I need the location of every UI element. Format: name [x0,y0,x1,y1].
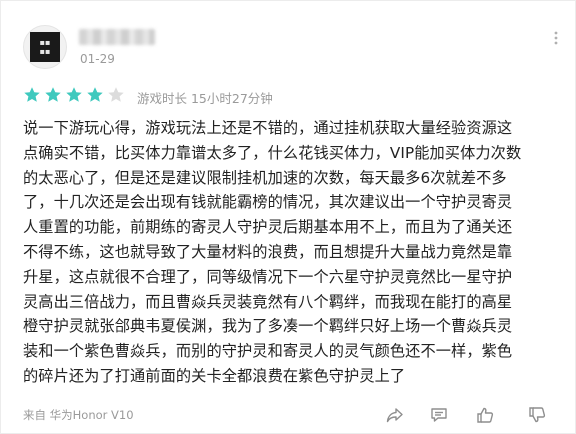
review-line: 橙守护灵就张郃典韦夏侯渊，我为了多凑一个羁绊只好上场一个曹焱兵灵 [23,317,513,336]
review-line: 灵高出三倍战力，而且曹焱兵灵装竟然有八个羁绊，而我现在能打的高星 [23,292,513,311]
comment-icon[interactable] [429,405,449,425]
review-line: 的碎片还为了打通前面的关卡全都浪费在紫色守护灵上了 [23,366,406,385]
avatar-image: ▪▪ ▪▪ [30,32,60,62]
review-line: 了，十几次还是会出现有钱就能霸榜的情况，其次建议出一个守护灵寄灵 [23,193,513,212]
review-line: 点确实不错，比买体力靠谱太多了，什么花钱买体力，VIP能加买体力次数 [23,143,522,162]
review-card: ▪▪ ▪▪ 01-29 游戏时长 15小时27分钟 说一下游玩心得，游戏玩法上还是… [0,0,576,434]
review-line: 装和一个紫色曹焱兵，而别的守护灵和寄灵人的灵气颜色还不一样，紫色 [23,342,513,361]
username-blurred[interactable] [79,29,155,45]
review-date: 01-29 [80,52,115,66]
thumbs-up-icon[interactable] [475,405,495,425]
review-line: 说一下游玩心得，游戏玩法上还是不错的，通过挂机获取大量经验资源这 [23,119,513,137]
thumbs-down-icon[interactable] [527,405,547,425]
review-line: 的太恶心了，但是还是建议限制挂机加速的次数，每天最多6次就差不多 [23,168,507,187]
more-vertical-icon[interactable] [549,31,563,45]
avatar[interactable]: ▪▪ ▪▪ [23,25,67,69]
review-body: 说一下游玩心得，游戏玩法上还是不错的，通过挂机获取大量经验资源这 点确实不错，比买… [23,116,563,389]
star-filled-icon [66,87,82,102]
review-line: 人重置的功能，前期练的寄灵人守护灵后期基本用不上，而且为了通关还 [23,218,513,237]
star-rating [23,86,125,104]
playtime-label: 游戏时长 15小时27分钟 [137,91,273,106]
star-filled-icon [24,87,40,102]
star-filled-icon [45,87,61,102]
review-line: 不得不练，这也就导致了大量材料的浪费，而且想提升大量战力竟然是靠 [23,242,513,261]
review-line: 升星，这点就很不合理了，同等级情况下一个六星守护灵竟然比一星守护 [23,267,513,286]
star-filled-icon [87,87,103,102]
action-bar [1,405,576,425]
share-icon[interactable] [385,405,405,425]
star-empty-icon [108,87,124,102]
